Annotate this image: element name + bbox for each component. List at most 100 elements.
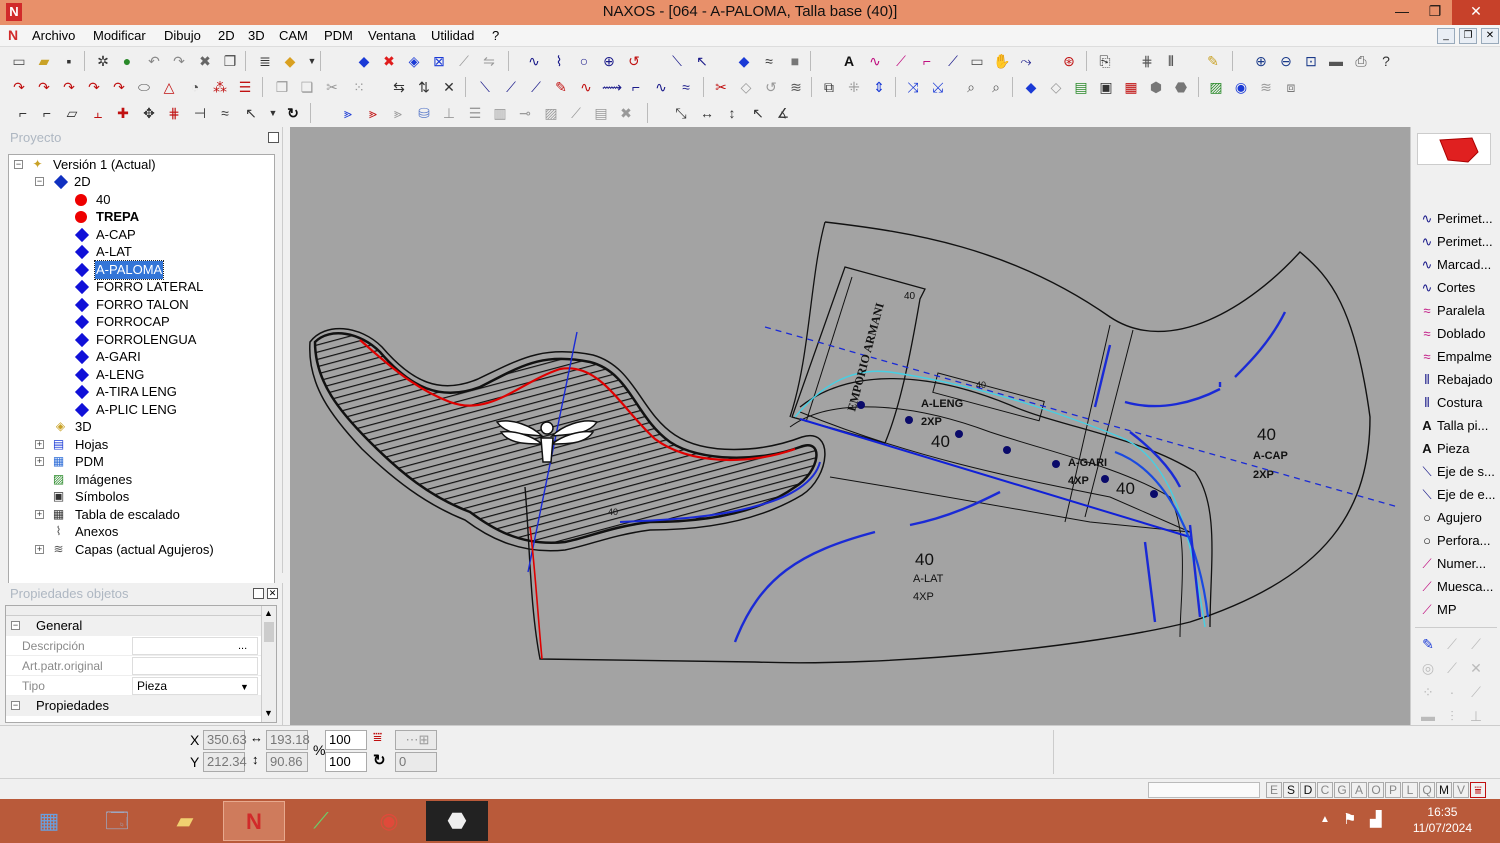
width-field[interactable]: 193.18: [266, 730, 310, 750]
settings-icon[interactable]: ✲: [94, 52, 112, 70]
circle-gray-icon[interactable]: ◎: [1419, 659, 1437, 677]
cut-icon[interactable]: ✂: [323, 78, 341, 96]
save-icon[interactable]: ▪: [60, 52, 78, 70]
tool-costura[interactable]: ⫴ Costura: [1417, 392, 1500, 413]
status-key-d[interactable]: D: [1300, 782, 1316, 798]
status-key-a[interactable]: A: [1351, 782, 1367, 798]
grid-icon[interactable]: ⋕: [1138, 52, 1156, 70]
menu-cam[interactable]: CAM: [279, 28, 308, 43]
move-piece-icon[interactable]: ◆: [355, 52, 373, 70]
ellipse-icon[interactable]: ⬭: [135, 78, 153, 96]
scroll-up-icon[interactable]: ▲: [264, 608, 273, 618]
export-icon[interactable]: ⎘: [1096, 52, 1114, 70]
line-gray-3-icon[interactable]: ⟋: [1443, 659, 1461, 677]
paint-icon[interactable]: ◆: [281, 52, 299, 70]
arc-red-3-icon[interactable]: ↷: [60, 78, 78, 96]
scribble-icon[interactable]: ≈: [216, 104, 234, 122]
anchor-icon[interactable]: ⊥: [440, 104, 458, 122]
fit-piece-icon[interactable]: ⊠: [430, 52, 448, 70]
frame-gray-icon[interactable]: ▤: [592, 104, 610, 122]
measure-angle-icon[interactable]: ↖: [749, 104, 767, 122]
tool-doblado[interactable]: ≈ Doblado: [1417, 323, 1500, 344]
tool-marcado[interactable]: ∿ Marcad...: [1417, 254, 1500, 275]
blob-2-icon[interactable]: ⬣: [1172, 78, 1190, 96]
corner-1-icon[interactable]: ⌐: [14, 104, 32, 122]
zoom-out-icon[interactable]: ⊖: [1277, 52, 1295, 70]
explorer-app-icon[interactable]: 🗔: [86, 801, 148, 841]
diag-3-icon[interactable]: ⟋: [527, 78, 545, 96]
arc-red-1-icon[interactable]: ↷: [10, 78, 28, 96]
cut-line-icon[interactable]: ✂: [712, 78, 730, 96]
rotation-field[interactable]: 0: [395, 752, 437, 772]
tool-cortes[interactable]: ∿ Cortes: [1417, 277, 1500, 298]
scroll-down-icon[interactable]: ▼: [264, 708, 273, 718]
green-app-icon[interactable]: ⟋: [290, 801, 352, 841]
pin-icon[interactable]: [268, 132, 279, 143]
dropdown-arrow-icon[interactable]: ▼: [264, 104, 282, 122]
layers-2-icon[interactable]: ≋: [1257, 78, 1275, 96]
menu-dibujo[interactable]: Dibujo: [164, 28, 201, 43]
dark-app-icon[interactable]: ⬣: [426, 801, 488, 841]
database-icon[interactable]: ⛁: [415, 104, 433, 122]
panel-icon[interactable]: ▣: [1097, 78, 1115, 96]
new-file-icon[interactable]: ▭: [10, 52, 28, 70]
tool-perimetro-1[interactable]: ∿ Perimet...: [1417, 208, 1500, 229]
zoom-in-icon[interactable]: ⊕: [1252, 52, 1270, 70]
tool-perimetro-2[interactable]: ∿ Perimet...: [1417, 231, 1500, 252]
status-key-g[interactable]: G: [1334, 782, 1350, 798]
ruler-icon[interactable]: ▬: [1327, 52, 1345, 70]
x-gray-icon[interactable]: ✖: [617, 104, 635, 122]
menu-modificar[interactable]: Modificar: [93, 28, 146, 43]
tool-mp[interactable]: ⟋ MP: [1417, 599, 1500, 620]
spline-tool-icon[interactable]: ⌇: [550, 52, 568, 70]
page-icon[interactable]: ▱: [63, 104, 81, 122]
status-key-q[interactable]: Q: [1419, 782, 1435, 798]
status-key-l[interactable]: L: [1402, 782, 1418, 798]
close-panel-icon[interactable]: ✕: [267, 588, 278, 599]
arc-tool-icon[interactable]: ↺: [625, 52, 643, 70]
scale-lock-icon[interactable]: ⩸: [373, 729, 382, 746]
tool-agujero[interactable]: ○ Agujero: [1417, 507, 1500, 528]
status-key-s[interactable]: S: [1283, 782, 1299, 798]
pointer-icon[interactable]: ↖: [242, 104, 260, 122]
menu-3d[interactable]: 3D: [248, 28, 265, 43]
menu-ventana[interactable]: Ventana: [368, 28, 416, 43]
x-field[interactable]: 350.63: [203, 730, 247, 750]
expand-icon[interactable]: +: [35, 440, 44, 449]
up-down-icon[interactable]: ⇕: [870, 78, 888, 96]
gray-diamond-icon[interactable]: ◇: [1047, 78, 1065, 96]
scale-x-field[interactable]: 100: [325, 730, 367, 750]
mdi-minimize-button[interactable]: _: [1437, 28, 1455, 44]
refresh-icon[interactable]: ↻: [284, 104, 302, 122]
mirror-piece-icon[interactable]: ⇋: [480, 52, 498, 70]
dropdown-arrow-icon[interactable]: ▼: [303, 52, 321, 70]
copy-shape-icon[interactable]: ❐: [273, 78, 291, 96]
flag-icon[interactable]: ⚑: [1343, 810, 1356, 828]
scale-y-field[interactable]: 100: [325, 752, 367, 772]
expand-icon[interactable]: +: [35, 510, 44, 519]
collapse-icon[interactable]: −: [35, 177, 44, 186]
menu-help[interactable]: ?: [492, 28, 499, 43]
nodes-icon[interactable]: ⁙: [350, 78, 368, 96]
red-arrows-icon[interactable]: ⪢: [364, 104, 382, 122]
tool-muesca[interactable]: ⟋ Muesca...: [1417, 576, 1500, 597]
slash-tool-icon[interactable]: ⟋: [944, 52, 962, 70]
link-gray-icon[interactable]: ⟋: [1467, 683, 1485, 701]
property-scrollbar[interactable]: ▲ ▼: [261, 606, 276, 722]
dots-gray-icon[interactable]: ⁘: [1419, 683, 1437, 701]
line-gray-icon[interactable]: ⟋: [1443, 635, 1461, 653]
circle-tool-icon[interactable]: ○: [575, 52, 593, 70]
diag-1-icon[interactable]: ⟍: [476, 78, 494, 96]
measure-vertical-icon[interactable]: ↕: [723, 104, 741, 122]
move-icon[interactable]: ✥: [140, 104, 158, 122]
collapse-icon[interactable]: −: [11, 701, 20, 710]
slash-gray-icon[interactable]: ⟋: [567, 104, 585, 122]
hash-red-icon[interactable]: ⋕: [165, 104, 183, 122]
apply-transform-button[interactable]: ⋯⊞: [395, 730, 437, 750]
link-1-icon[interactable]: ⤨: [904, 78, 922, 96]
chrome-app-icon[interactable]: ◉: [358, 801, 420, 841]
signal-icon[interactable]: ▟: [1370, 810, 1382, 828]
wave-3-icon[interactable]: ≈: [677, 78, 695, 96]
minimize-button[interactable]: —: [1385, 0, 1419, 25]
arc-red-2-icon[interactable]: ↷: [35, 78, 53, 96]
